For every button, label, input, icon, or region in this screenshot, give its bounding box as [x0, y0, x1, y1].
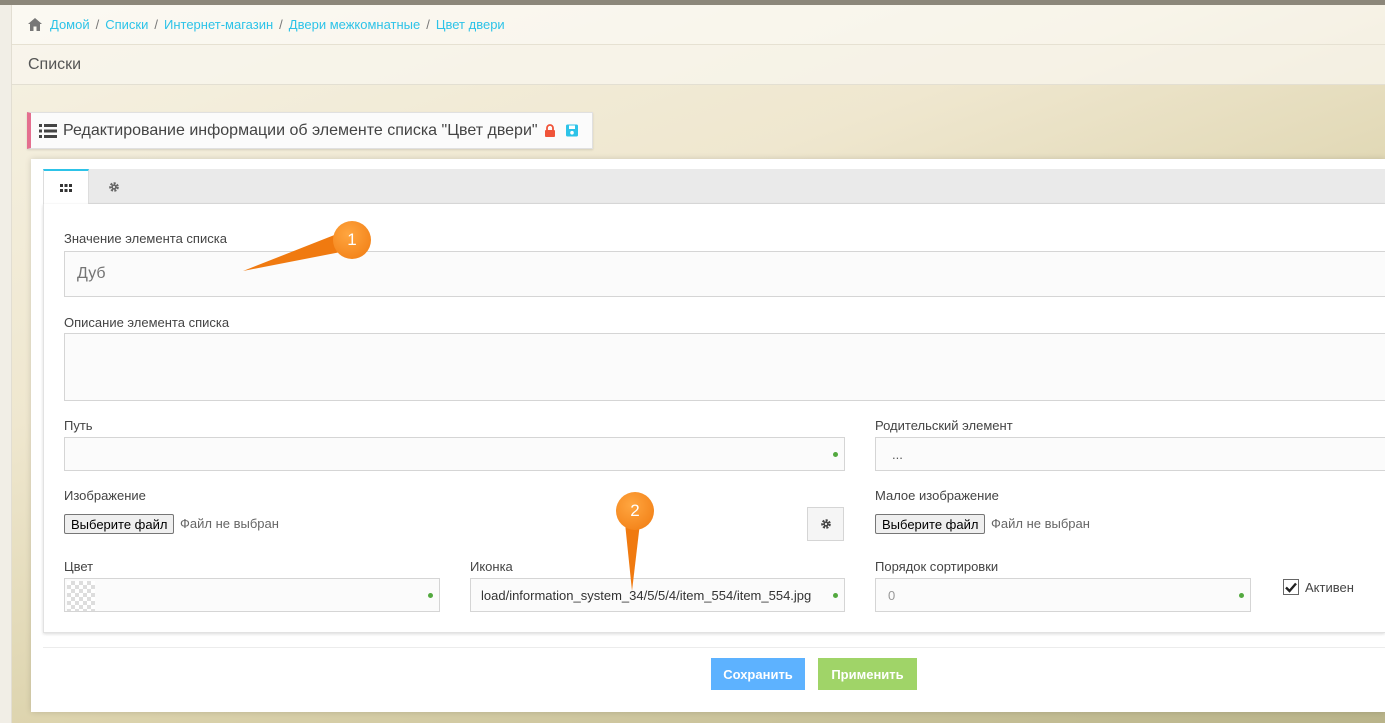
breadcrumb-separator: /: [426, 17, 430, 32]
icon-input-value: load/information_system_34/5/5/4/item_55…: [481, 587, 812, 603]
status-dot: [1239, 593, 1244, 598]
active-checkbox[interactable]: [1283, 579, 1299, 595]
description-label: Описание элемента списка: [64, 315, 230, 330]
parent-select[interactable]: ...: [875, 437, 1385, 471]
gear-icon: [109, 182, 119, 192]
annotation-marker-1: 1: [333, 221, 371, 259]
save-icon[interactable]: [565, 124, 578, 137]
icon-input[interactable]: load/information_system_34/5/5/4/item_55…: [470, 578, 845, 612]
tab-main[interactable]: [43, 169, 89, 205]
status-dot: [833, 452, 838, 457]
path-label: Путь: [64, 418, 93, 433]
edit-panel: Значение элемента списка Описание элемен…: [31, 159, 1385, 712]
small-image-label: Малое изображение: [875, 488, 999, 503]
breadcrumb-separator: /: [154, 17, 158, 32]
apply-button[interactable]: Применить: [818, 658, 917, 690]
sort-input[interactable]: 0: [875, 578, 1251, 612]
save-button[interactable]: Сохранить: [711, 658, 805, 690]
gear-icon: [820, 519, 831, 529]
tab-settings[interactable]: [91, 169, 137, 205]
list-icon: [39, 123, 57, 138]
breadcrumb-link-door-color[interactable]: Цвет двери: [436, 17, 505, 32]
page-title: Списки: [28, 55, 82, 73]
widget-header: Редактирование информации об элементе сп…: [27, 112, 593, 149]
breadcrumb-link-lists[interactable]: Списки: [105, 17, 148, 32]
parent-label: Родительский элемент: [875, 418, 1013, 433]
lock-icon[interactable]: [544, 124, 556, 137]
checkmark-icon: [1285, 582, 1297, 593]
color-swatch[interactable]: [67, 581, 95, 611]
icon-label: Иконка: [470, 559, 513, 574]
form-area: Значение элемента списка Описание элемен…: [43, 204, 1385, 633]
breadcrumb: Домой / Списки / Интернет-магазин / Двер…: [12, 5, 1385, 45]
breadcrumb-link-home[interactable]: Домой: [50, 17, 90, 32]
annotation-marker-2: 2: [616, 492, 654, 530]
left-sidebar-edge: [0, 5, 12, 723]
active-label: Активен: [1305, 580, 1354, 595]
parent-select-value: ...: [892, 446, 903, 462]
value-label: Значение элемента списка: [64, 231, 227, 246]
status-dot: [833, 593, 838, 598]
value-input[interactable]: [64, 251, 1385, 297]
sort-label: Порядок сортировки: [875, 559, 999, 574]
page-header: Списки: [12, 45, 1385, 85]
color-input[interactable]: [64, 578, 440, 612]
home-icon[interactable]: [28, 18, 42, 31]
image-label: Изображение: [64, 488, 146, 503]
widget-title: Редактирование информации об элементе сп…: [63, 121, 538, 139]
image-file-status: Файл не выбран: [180, 516, 279, 531]
sort-input-placeholder: 0: [888, 587, 896, 603]
color-label: Цвет: [64, 559, 94, 574]
path-input[interactable]: [64, 437, 845, 471]
small-image-file-status: Файл не выбран: [991, 516, 1090, 531]
description-textarea[interactable]: [64, 333, 1385, 401]
tab-bar: [43, 169, 1385, 205]
breadcrumb-separator: /: [279, 17, 283, 32]
breadcrumb-separator: /: [95, 17, 100, 32]
image-file-button[interactable]: Выберите файл: [64, 514, 175, 534]
image-settings-button[interactable]: [807, 507, 844, 541]
grid-icon: [60, 183, 72, 192]
status-dot: [428, 593, 433, 598]
small-image-file-button[interactable]: Выберите файл: [875, 514, 986, 534]
breadcrumb-link-doors[interactable]: Двери межкомнатные: [289, 17, 420, 32]
breadcrumb-link-shop[interactable]: Интернет-магазин: [164, 17, 273, 32]
